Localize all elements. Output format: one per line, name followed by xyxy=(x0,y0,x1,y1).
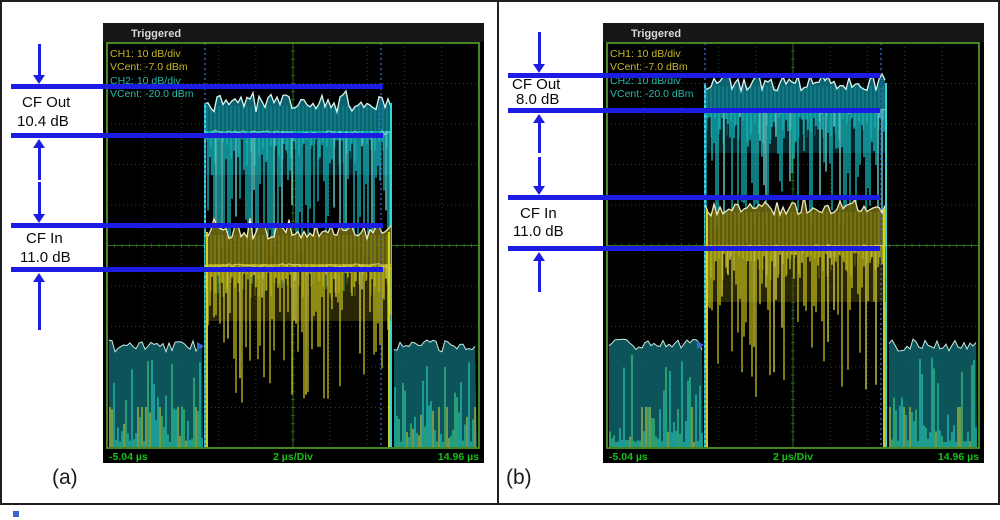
cf-in-down-arrow-shaft-b xyxy=(538,157,541,186)
cf-in-down-arrow-head-b xyxy=(533,186,545,195)
svg-text:2 µs/Div: 2 µs/Div xyxy=(773,451,813,463)
cf-out-lower-line-a xyxy=(11,133,383,138)
svg-text:Triggered: Triggered xyxy=(631,28,681,40)
cf-out-down-arrow-shaft-b xyxy=(538,32,541,64)
cf-in-down-arrow-shaft-a xyxy=(38,182,41,214)
cf-in-up-arrow-shaft-b xyxy=(538,261,541,292)
cf-out-lower-line-b xyxy=(508,108,880,113)
oscilloscope-screen-b: TriggeredCH1: 10 dB/divVCent: -7.0 dBmCH… xyxy=(603,23,984,463)
cf-out-up-arrow-head-b xyxy=(533,114,545,123)
oscilloscope-screen-a: TriggeredCH1: 10 dB/divVCent: -7.0 dBmCH… xyxy=(103,23,484,463)
cf-out-up-arrow-shaft-b xyxy=(538,123,541,153)
cf-in-value-b: 11.0 dB xyxy=(513,224,564,240)
figure: TriggeredCH1: 10 dB/divVCent: -7.0 dBmCH… xyxy=(0,0,1000,520)
panel-divider xyxy=(497,2,499,503)
cf-in-up-arrow-shaft-a xyxy=(38,282,41,330)
svg-text:VCent: -7.0 dBm: VCent: -7.0 dBm xyxy=(610,61,688,73)
svg-text:-5.04 µs: -5.04 µs xyxy=(109,451,148,463)
cf-out-down-arrow-head-a xyxy=(33,75,45,84)
cf-in-label-a: CF In xyxy=(26,231,63,247)
cf-in-label-b: CF In xyxy=(520,206,557,222)
cf-out-up-arrow-shaft-a xyxy=(38,148,41,180)
cf-out-up-arrow-head-a xyxy=(33,139,45,148)
oscilloscope-panel-a: TriggeredCH1: 10 dB/divVCent: -7.0 dBmCH… xyxy=(103,23,484,463)
svg-text:VCent: -20.0 dBm: VCent: -20.0 dBm xyxy=(110,88,194,100)
caption-stub xyxy=(13,511,19,517)
svg-text:CH1: 10 dB/div: CH1: 10 dB/div xyxy=(610,48,681,60)
cf-out-down-arrow-shaft-a xyxy=(38,44,41,76)
panel-label-b: (b) xyxy=(506,466,532,490)
cf-out-down-arrow-head-b xyxy=(533,64,545,73)
cf-in-up-arrow-head-a xyxy=(33,273,45,282)
svg-text:14.96 µs: 14.96 µs xyxy=(938,451,979,463)
panel-label-a: (a) xyxy=(52,466,78,490)
svg-text:-5.04 µs: -5.04 µs xyxy=(609,451,648,463)
cf-in-up-arrow-head-b xyxy=(533,252,545,261)
oscilloscope-panel-b: TriggeredCH1: 10 dB/divVCent: -7.0 dBmCH… xyxy=(603,23,984,463)
cf-in-upper-line-a xyxy=(11,223,383,228)
cf-out-upper-line-a xyxy=(11,84,383,89)
cf-in-lower-line-b xyxy=(508,246,880,251)
cf-out-value-b: 8.0 dB xyxy=(516,92,559,108)
svg-text:CH1: 10 dB/div: CH1: 10 dB/div xyxy=(110,48,181,60)
cf-out-upper-line-b xyxy=(508,73,880,78)
svg-text:14.96 µs: 14.96 µs xyxy=(438,451,479,463)
cf-in-upper-line-b xyxy=(508,195,880,200)
svg-text:VCent: -7.0 dBm: VCent: -7.0 dBm xyxy=(110,61,188,73)
cf-in-down-arrow-head-a xyxy=(33,214,45,223)
svg-text:2 µs/Div: 2 µs/Div xyxy=(273,451,313,463)
svg-text:Triggered: Triggered xyxy=(131,28,181,40)
cf-out-value-a: 10.4 dB xyxy=(17,114,69,130)
svg-text:VCent: -20.0 dBm: VCent: -20.0 dBm xyxy=(610,88,694,100)
cf-in-lower-line-a xyxy=(11,267,383,272)
cf-out-label-a: CF Out xyxy=(22,95,70,111)
cf-in-value-a: 11.0 dB xyxy=(20,250,71,266)
